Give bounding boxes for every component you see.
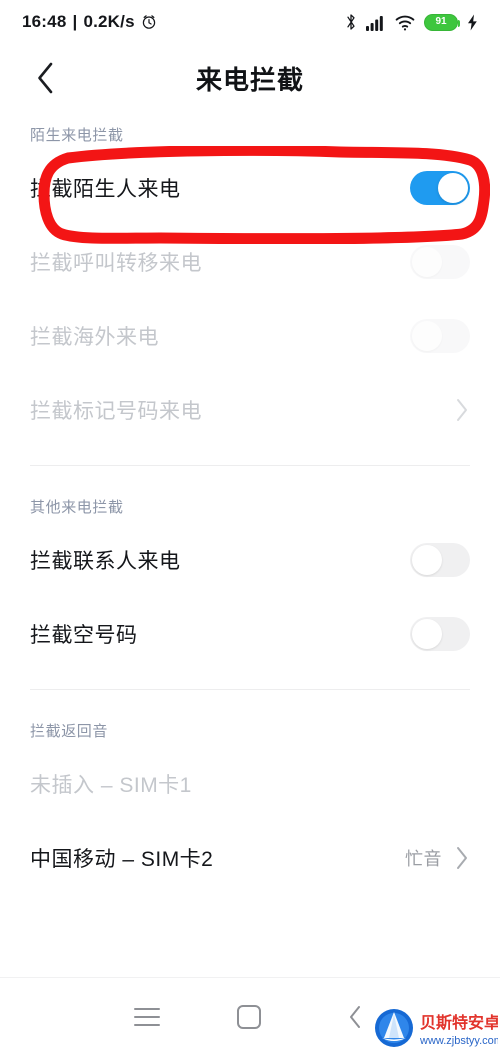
- chevron-left-icon: [350, 1006, 360, 1028]
- toggle-knob: [412, 321, 442, 351]
- group-other-call-blocking: 其他来电拦截 拦截联系人来电 拦截空号码: [0, 484, 500, 671]
- row-label: 拦截联系人来电: [30, 550, 181, 573]
- row-sim2-return-tone[interactable]: 中国移动 – SIM卡2 忙音: [0, 821, 500, 895]
- status-separator: |: [72, 12, 78, 31]
- section-divider: [30, 465, 470, 466]
- page-title: 来电拦截: [195, 64, 304, 95]
- toggle-block-overseas-calls[interactable]: [410, 319, 470, 353]
- shell-logo-icon: [375, 1009, 413, 1047]
- watermark-site-name: 贝斯特安卓网: [420, 1013, 498, 1032]
- row-label: 拦截陌生人来电: [30, 178, 181, 201]
- toggle-knob: [438, 173, 468, 203]
- toggle-block-forwarded-calls[interactable]: [410, 245, 470, 279]
- row-block-contact-calls[interactable]: 拦截联系人来电: [0, 523, 500, 597]
- toggle-knob: [412, 545, 442, 575]
- row-label: 未插入 – SIM卡1: [30, 774, 192, 797]
- cellular-signal-icon: [366, 15, 383, 31]
- group-title: 其他来电拦截: [30, 499, 124, 516]
- nav-home-button[interactable]: [211, 978, 287, 1056]
- battery-level-text: 91: [435, 16, 447, 27]
- row-block-stranger-calls[interactable]: 拦截陌生人来电: [0, 151, 500, 225]
- row-value: 忙音: [405, 849, 442, 869]
- hamburger-menu-icon: [134, 1008, 160, 1026]
- bluetooth-icon: [347, 14, 355, 30]
- row-block-overseas-calls[interactable]: 拦截海外来电: [0, 299, 500, 373]
- row-block-empty-numbers[interactable]: 拦截空号码: [0, 597, 500, 671]
- home-square-icon: [237, 1005, 261, 1029]
- row-sim1-return-tone[interactable]: 未插入 – SIM卡1: [0, 747, 500, 821]
- settings-list: 陌生来电拦截 拦截陌生人来电 拦截呼叫转移来电 拦截海外来电 拦截标记号码来电 …: [0, 112, 500, 895]
- row-label: 拦截海外来电: [30, 326, 159, 349]
- chevron-right-icon: [457, 399, 467, 421]
- watermark-url: www.zjbstyy.com: [419, 1035, 498, 1047]
- phone-screen: 16:48 | 0.2K/s 91 来电拦截 陌生来电拦截 拦截陌生人来电 拦截…: [0, 0, 500, 1056]
- toggle-knob: [412, 247, 442, 277]
- status-bar-right: 91: [345, 13, 478, 31]
- toggle-block-contact-calls[interactable]: [410, 543, 470, 577]
- group-block-return-tone: 拦截返回音 未插入 – SIM卡1 中国移动 – SIM卡2 忙音: [0, 708, 500, 895]
- section-divider: [30, 689, 470, 690]
- chevron-right-icon: [457, 847, 467, 869]
- row-label: 拦截标记号码来电: [30, 400, 202, 423]
- row-label: 拦截空号码: [30, 624, 138, 647]
- status-bar: 16:48 | 0.2K/s 91: [0, 0, 500, 44]
- status-network-speed: 0.2K/s: [83, 12, 135, 31]
- group-title: 陌生来电拦截: [30, 127, 124, 144]
- row-label: 拦截呼叫转移来电: [30, 252, 202, 275]
- status-time: 16:48: [22, 12, 67, 31]
- group-title: 拦截返回音: [30, 723, 109, 740]
- row-block-marked-numbers[interactable]: 拦截标记号码来电: [0, 373, 500, 447]
- row-label: 中国移动 – SIM卡2: [30, 848, 214, 871]
- wifi-icon: [395, 15, 415, 30]
- site-watermark: 贝斯特安卓网 www.zjbstyy.com: [375, 1009, 498, 1047]
- app-bar: 来电拦截: [0, 44, 500, 112]
- nav-menu-button[interactable]: [109, 978, 185, 1056]
- alarm-clock-icon: [142, 15, 155, 29]
- status-bar-left: 16:48 | 0.2K/s: [22, 12, 157, 32]
- group-stranger-call-blocking: 陌生来电拦截 拦截陌生人来电 拦截呼叫转移来电 拦截海外来电 拦截标记号码来电: [0, 112, 500, 447]
- toggle-block-empty-numbers[interactable]: [410, 617, 470, 651]
- battery-indicator: 91: [424, 13, 460, 31]
- toggle-block-stranger-calls[interactable]: [410, 171, 470, 205]
- charging-bolt-icon: [468, 14, 477, 30]
- toggle-knob: [412, 619, 442, 649]
- row-block-forwarded-calls[interactable]: 拦截呼叫转移来电: [0, 225, 500, 299]
